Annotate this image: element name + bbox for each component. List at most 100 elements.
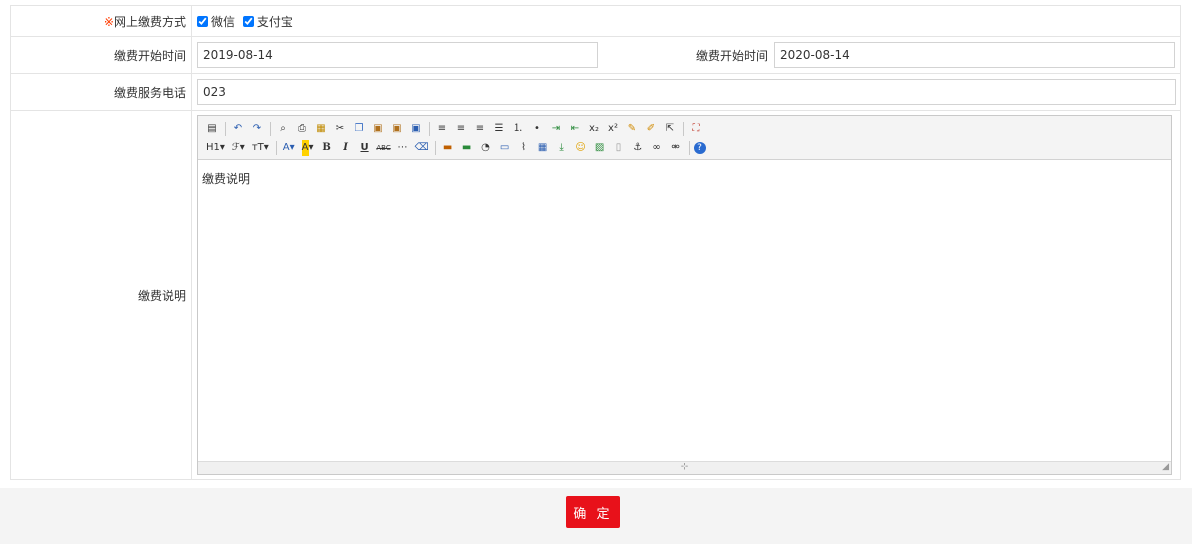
flash-icon[interactable]: ◔ [478,140,494,156]
row-description: 缴费说明 ▤ ↶ ↷ ⌕ ⎙ ▦ ✂ ❐ ▣ ▣ ▣ ≡ ≡ ≡ ☰ ⒈ • ⇥… [10,110,1181,480]
unordered-list-icon[interactable]: • [529,121,545,137]
bg-color-dropdown[interactable]: A ▾ [300,139,316,156]
toolbar-separator [688,140,690,155]
toolbar-separator [683,121,684,136]
chevron-down-icon: ▾ [289,141,295,153]
chevron-down-icon: ▾ [263,141,269,153]
payment-method-label-cell: ※网上缴费方式 [10,5,192,37]
underline-button[interactable]: U [357,140,373,156]
toolbar-separator [225,121,226,136]
alipay-label: 支付宝 [256,14,293,29]
resize-handle-icon: ⊹ [680,462,689,472]
code-block-icon[interactable]: ⤓ [554,140,570,156]
map-icon[interactable]: ▨ [592,140,608,156]
start-time-input[interactable] [197,42,598,68]
print-icon[interactable]: ⎙ [294,121,310,137]
wechat-option[interactable]: 微信 [197,13,235,30]
select-all-icon[interactable]: ⇱ [662,121,678,137]
wechat-label: 微信 [211,14,236,29]
editor-resize-bar[interactable]: ⊹ ◢ [198,461,1171,474]
phone-label: 缴费服务电话 [10,73,192,111]
eraser-icon[interactable]: ⌫ [414,140,430,156]
description-label: 缴费说明 [10,110,192,480]
align-left-icon[interactable]: ≡ [434,121,450,137]
toolbar-separator [270,121,271,136]
insert-image-icon[interactable]: ▬ [440,140,456,156]
row-time-range: 缴费开始时间 缴费开始时间 [10,36,1181,74]
font-size-label: тT [251,141,264,153]
phone-input[interactable] [197,79,1176,105]
alipay-checkbox[interactable] [242,15,254,27]
confirm-button[interactable]: 确 定 [566,496,620,528]
alipay-option[interactable]: 支付宝 [242,13,293,30]
format-painter-icon[interactable]: ✐ [643,121,659,137]
chevron-down-icon: ▾ [219,141,225,153]
copy-icon[interactable]: ❐ [351,121,367,137]
toolbar-separator [434,140,436,155]
toolbar-separator [275,140,277,155]
start-time-label: 缴费开始时间 [10,36,192,74]
font-family-dropdown[interactable]: ℱ ▾ [230,140,247,156]
fullscreen-icon[interactable]: ⛶ [688,121,704,137]
paste-icon[interactable]: ▣ [370,121,386,137]
insert-multi-image-icon[interactable]: ▬ [459,140,475,156]
superscript-icon[interactable]: x² [605,121,621,137]
indent-icon[interactable]: ⇥ [548,121,564,137]
font-size-dropdown[interactable]: тT ▾ [250,140,271,156]
rich-text-editor: ▤ ↶ ↷ ⌕ ⎙ ▦ ✂ ❐ ▣ ▣ ▣ ≡ ≡ ≡ ☰ ⒈ • ⇥ ⇤ x₂… [197,115,1172,475]
italic-button[interactable]: I [338,140,354,156]
template-icon[interactable]: ▦ [313,121,329,137]
help-icon[interactable]: ? [693,141,706,154]
toolbar-separator [429,121,430,136]
description-field: ▤ ↶ ↷ ⌕ ⎙ ▦ ✂ ❐ ▣ ▣ ▣ ≡ ≡ ≡ ☰ ⒈ • ⇥ ⇤ x₂… [191,110,1181,480]
font-family-label: ℱ [231,141,240,153]
editor-content[interactable]: 缴费说明 [198,160,1171,197]
phone-field [191,73,1181,111]
align-right-icon[interactable]: ≡ [472,121,488,137]
preview-icon[interactable]: ⌕ [275,121,291,137]
paste-text-icon[interactable]: ▣ [389,121,405,137]
time-range-field: 缴费开始时间 [191,36,1181,74]
link-icon[interactable]: ∞ [649,140,665,156]
toolbar-row-2: H1 ▾ ℱ ▾ тT ▾ A ▾ A ▾ B I U ABC ⋯ ⌫ ▬ ▬ … [204,138,1171,157]
chevron-down-icon: ▾ [239,141,245,153]
font-color-dropdown[interactable]: A ▾ [281,140,297,156]
row-payment-method: ※网上缴费方式 微信 支付宝 [10,5,1181,37]
attachment-icon[interactable]: ⌇ [516,140,532,156]
font-color-label: A [282,141,290,153]
redo-icon[interactable]: ↷ [249,121,265,137]
bold-button[interactable]: B [319,140,335,156]
align-center-icon[interactable]: ≡ [453,121,469,137]
payment-method-label: 网上缴费方式 [113,14,186,29]
undo-icon[interactable]: ↶ [230,121,246,137]
heading-label: H1 [206,141,220,153]
chevron-down-icon: ▾ [308,141,314,153]
table-icon[interactable]: ▦ [535,140,551,156]
unlink-icon[interactable]: ⚮ [668,140,684,156]
row-phone: 缴费服务电话 [10,73,1181,111]
ordered-list-icon[interactable]: ⒈ [510,121,526,137]
horizontal-rule-icon[interactable]: ⋯ [395,140,411,156]
align-justify-icon[interactable]: ☰ [491,121,507,137]
end-time-input[interactable] [774,42,1175,68]
emoticon-icon[interactable]: ☺ [573,140,589,156]
payment-form: ※网上缴费方式 微信 支付宝 缴费开始时间 缴费开始时间 [10,5,1181,480]
outdent-icon[interactable]: ⇤ [567,121,583,137]
cut-icon[interactable]: ✂ [332,121,348,137]
toolbar-row-1: ▤ ↶ ↷ ⌕ ⎙ ▦ ✂ ❐ ▣ ▣ ▣ ≡ ≡ ≡ ☰ ⒈ • ⇥ ⇤ x₂… [204,119,1171,138]
wechat-checkbox[interactable] [197,15,208,27]
clear-format-icon[interactable]: ✎ [624,121,640,137]
heading-dropdown[interactable]: H1 ▾ [204,140,227,156]
form-panel: ※网上缴费方式 微信 支付宝 缴费开始时间 缴费开始时间 [0,0,1192,488]
payment-method-field: 微信 支付宝 [191,5,1181,37]
end-time-label: 缴费开始时间 [695,48,768,63]
media-icon[interactable]: ▭ [497,140,513,156]
strikethrough-button[interactable]: ABC [376,140,392,156]
subscript-icon[interactable]: x₂ [586,121,602,137]
resize-grip-icon[interactable]: ◢ [1162,462,1169,473]
source-code-icon[interactable]: ▤ [204,121,220,137]
required-mark: ※ [103,14,114,29]
page-break-icon[interactable]: ▯ [611,140,627,156]
paste-word-icon[interactable]: ▣ [408,121,424,137]
anchor-icon[interactable]: ⚓ [630,140,646,156]
